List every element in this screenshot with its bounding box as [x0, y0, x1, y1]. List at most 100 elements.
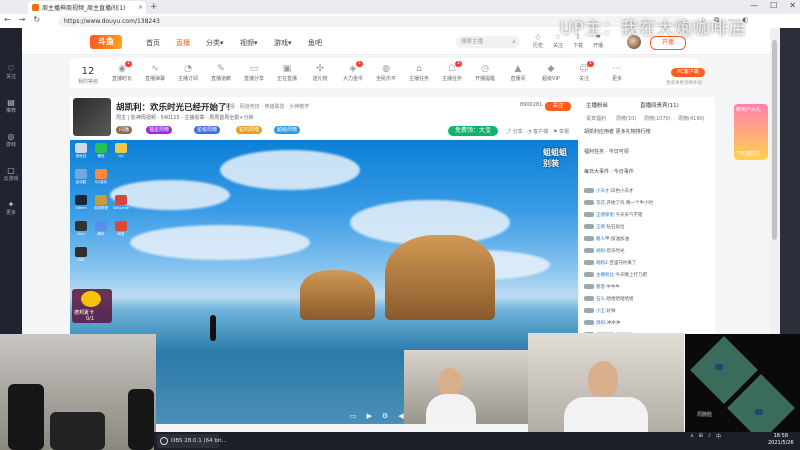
desktop-icon[interactable]: Steam [72, 195, 90, 210]
room-chip[interactable]: 闪播 [116, 126, 133, 134]
chat-username[interactable]: 胡粉: [596, 249, 607, 254]
task-item[interactable]: ∿ 直播弹幕 [141, 64, 169, 82]
douyu-logo[interactable]: 斗鱼 [90, 35, 122, 49]
browser-tab[interactable]: 周主播神周视频_周主直播间(1) × [28, 1, 146, 14]
chat-tab[interactable]: 主播粉丝 [586, 101, 608, 109]
danmaku-icon[interactable]: ▭ [350, 412, 357, 421]
room-chip[interactable]: 钻石周榜 [236, 126, 263, 134]
refresh-icon[interactable]: ↻ [33, 15, 40, 24]
obs-taskbar-button[interactable]: OBS 28.0.1 (64 bit... [157, 434, 227, 448]
sidebar-item-follow[interactable]: ♡ 关注 [0, 64, 22, 80]
sidebar-item-cloud-game[interactable]: ▢ 云游戏 [0, 166, 22, 182]
nav-home[interactable]: 首页 [146, 38, 160, 48]
ime-icon[interactable]: 中 [716, 433, 721, 440]
search-input[interactable]: 搜索主播 ⌕ [456, 36, 520, 48]
sidebar-item-recommend[interactable]: ▤ 推荐 [0, 98, 22, 114]
nav-yuba[interactable]: 鱼吧 [308, 38, 322, 48]
rank-row[interactable]: 福利任务 · 今日可领 [584, 148, 629, 155]
chat-username[interactable]: 石头: [596, 297, 607, 302]
desktop-icon[interactable]: 此电脑 [72, 169, 90, 185]
forward-icon[interactable]: → [19, 15, 26, 24]
taskbar-clock[interactable]: 18:58 2021/5/26 [768, 433, 794, 446]
desktop-icon[interactable]: 微信 [92, 143, 110, 159]
task-item[interactable]: ◆ 超级VIP [537, 64, 565, 82]
desktop-icon[interactable]: QQ音乐 [92, 169, 110, 185]
rank-row[interactable]: 每日大事件 · 今日事件 [584, 168, 634, 175]
volume-icon[interactable]: ♪ [708, 433, 711, 440]
search-icon[interactable]: ⌕ [512, 36, 516, 48]
chat-username[interactable]: 花花: [596, 201, 607, 206]
chat-subtab[interactable]: 周榜(1070) [644, 115, 671, 122]
sidebar-item-games[interactable]: ◎ 游戏 [0, 132, 22, 148]
task-item[interactable]: ◔ 主播订阅 [174, 64, 202, 82]
chat-subtab[interactable]: 贵宾福利 [586, 115, 606, 122]
back-icon[interactable]: ← [4, 15, 11, 24]
gift-card-title: 新用户大礼 [736, 107, 762, 113]
scrollbar-thumb[interactable] [772, 40, 777, 240]
room-chip[interactable]: 福星周榜 [146, 126, 173, 134]
maximize-button[interactable]: ☐ [770, 1, 777, 10]
chat-username[interactable]: 胡粉2: [596, 261, 609, 266]
tray-expand-icon[interactable]: ∧ [690, 433, 694, 440]
task-item[interactable]: ☖ 主播任务 1 [438, 61, 466, 82]
task-icon: ◈ [349, 64, 357, 74]
chat-subtab[interactable]: 周榜(4190) [678, 115, 705, 122]
task-item[interactable]: ◷ 开播提醒 [471, 64, 499, 82]
chat-text: 白色小天才 [611, 189, 634, 194]
new-tab-button[interactable]: + [150, 2, 158, 12]
chat-username[interactable]: 周粉: [596, 321, 607, 326]
streamer-avatar[interactable] [73, 98, 111, 136]
play-icon[interactable]: ▶ [367, 412, 372, 421]
desktop-icon[interactable]: OBS [72, 247, 90, 262]
close-window-button[interactable]: ✕ [789, 1, 796, 10]
desktop-icon[interactable]: 英雄联盟 [92, 195, 110, 211]
task-item[interactable]: ☺ 关注 1 [570, 61, 598, 82]
tab-close-icon[interactable]: × [138, 4, 143, 11]
task-item[interactable]: ✣ 送礼物 [306, 64, 334, 82]
settings-icon[interactable]: ⚙ [382, 412, 388, 421]
task-item[interactable]: ◈ 大力金币 1 [339, 61, 367, 82]
nav-game[interactable]: 游戏▾ [274, 38, 292, 48]
chat-username[interactable]: 看客: [596, 285, 607, 290]
network-icon[interactable]: ⊞ [699, 433, 703, 440]
nav-video[interactable]: 视频▾ [240, 38, 258, 48]
sidebar-item-more[interactable]: ✦ 更多 [0, 200, 22, 216]
chat-subtab[interactable]: 周榜(10) [616, 115, 636, 122]
desktop-icon[interactable]: QQ [112, 143, 130, 158]
gift-promo-card[interactable]: 新用户大礼 7天送好礼 [734, 104, 768, 160]
header-history[interactable]: ◇ 历史 [530, 33, 546, 49]
free-gift-button[interactable]: 免费领：大宝 [448, 126, 498, 136]
room-tools[interactable]: ⤴ 分享 · ◔ 客户端 · ⚑ 举报 [506, 128, 569, 135]
follow-button[interactable]: 关注 [545, 102, 571, 111]
chat-username[interactable]: 小王: [596, 309, 607, 314]
chat-username[interactable]: 路人甲: [596, 237, 611, 242]
chat-username[interactable]: 小天才: [596, 189, 611, 194]
task-item[interactable]: ▭ 直播分享 [240, 64, 268, 82]
minimize-button[interactable]: — [750, 1, 758, 10]
room-category[interactable]: 举报 · 网游竞技 · 英雄联盟 · 大神教学 [225, 103, 309, 110]
room-chip[interactable]: 星级周榜 [194, 126, 221, 134]
desktop-icon[interactable]: 网易 [112, 221, 130, 237]
room-chip[interactable]: 超级周榜 [274, 126, 301, 134]
desktop-icon[interactable]: Epic [72, 221, 90, 236]
task-item[interactable]: ✎ 直播道歉 [207, 64, 235, 82]
pc-client-button[interactable]: PC客户端 [671, 68, 705, 77]
task-item[interactable]: ◍ 全民乐平 [372, 64, 400, 82]
task-item[interactable]: ◉ 直播时长 1 [108, 61, 136, 82]
task-item[interactable]: ⌂ 主播任务 [405, 64, 433, 82]
task-item[interactable]: ⋯ 更多 [603, 64, 631, 82]
chat-username[interactable]: 主播粉丝: [596, 273, 616, 278]
chat-tab[interactable]: 直播间贵宾(11) [640, 101, 679, 109]
nav-category[interactable]: 分类▾ [206, 38, 224, 48]
nav-live[interactable]: 直播 [176, 38, 190, 48]
task-item[interactable]: ▲ 直播间 [504, 64, 532, 82]
rank-row[interactable]: 胡凯利应用者 更多礼物排行榜 [584, 128, 651, 135]
game-badge[interactable]: 德邦夏卡 0/1 [72, 289, 112, 323]
desktop-icon[interactable]: WeGame [112, 195, 130, 210]
task-item[interactable]: ▣ 正在直播 [273, 64, 301, 82]
chat-username[interactable]: 正德: [596, 225, 607, 230]
desktop-icon[interactable]: 回收站 [72, 143, 90, 159]
task-icon: ◷ [481, 64, 489, 74]
chat-username[interactable]: 正德郁星: [596, 213, 616, 218]
desktop-icon[interactable]: 腾讯 [92, 221, 110, 237]
